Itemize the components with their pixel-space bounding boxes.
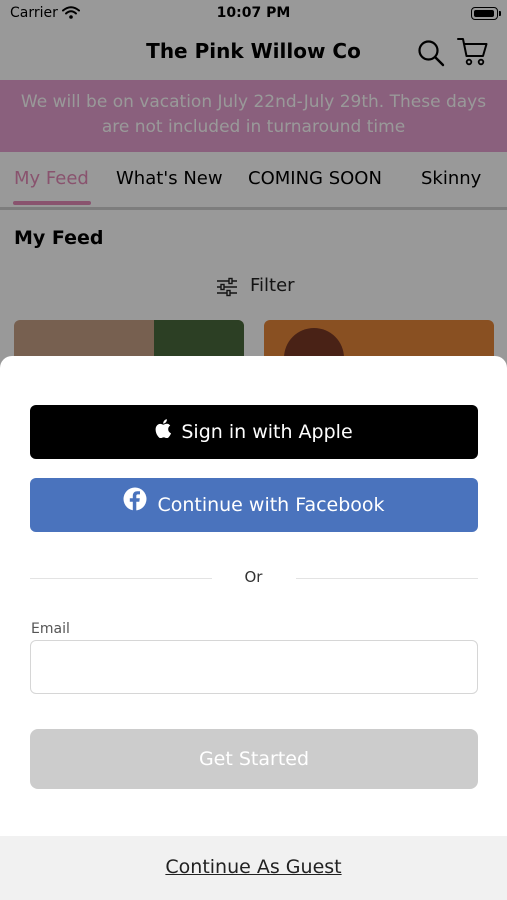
get-started-button[interactable]: Get Started [30,729,478,789]
apple-button-label: Sign in with Apple [181,421,353,443]
divider-right [296,578,478,579]
or-separator: Or [244,568,263,586]
email-label: Email [31,621,70,637]
guest-bar: Continue As Guest [0,836,507,900]
facebook-logo-icon [123,478,147,532]
signin-sheet: Sign in with Apple Continue with Faceboo… [0,356,507,900]
apple-logo-icon [155,405,172,459]
continue-as-guest-link[interactable]: Continue As Guest [165,856,341,878]
continue-facebook-button[interactable]: Continue with Facebook [30,478,478,532]
facebook-button-label: Continue with Facebook [157,494,385,516]
sign-in-apple-button[interactable]: Sign in with Apple [30,405,478,459]
email-field[interactable] [30,640,478,694]
